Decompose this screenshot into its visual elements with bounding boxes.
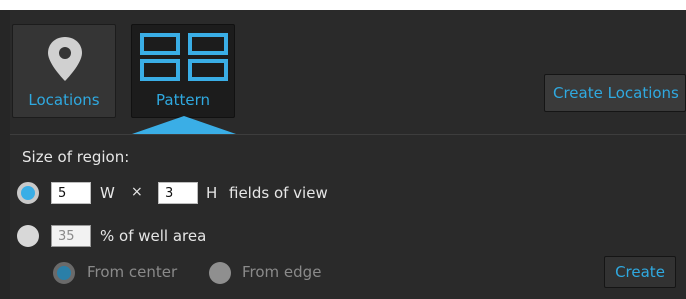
times-symbol: × (131, 184, 143, 200)
fov-suffix-label: fields of view (229, 184, 328, 202)
from-center-radio[interactable] (53, 262, 75, 284)
percent-field[interactable] (51, 225, 91, 247)
locations-label: Locations (28, 91, 100, 109)
height-unit-label: H (206, 184, 218, 202)
region-size-heading: Size of region: (22, 148, 130, 166)
fov-radio[interactable] (17, 182, 39, 204)
create-locations-button[interactable]: Create Locations (544, 74, 686, 112)
create-button[interactable]: Create (604, 256, 676, 288)
pattern-panel: Locations Pattern Create Locations Size … (0, 0, 686, 299)
from-center-label: From center (87, 263, 178, 281)
grid-pattern-icon (132, 31, 234, 87)
mode-toolbar: Locations Pattern Create Locations (10, 10, 686, 134)
locations-mode-button[interactable]: Locations (12, 24, 116, 118)
width-unit-label: W (100, 184, 115, 202)
from-edge-label: From edge (242, 263, 322, 281)
active-mode-pointer (132, 116, 236, 134)
percent-radio[interactable] (17, 225, 39, 247)
height-field[interactable] (158, 182, 198, 204)
width-field[interactable] (51, 182, 91, 204)
window-top-edge (0, 0, 686, 10)
percent-suffix-label: % of well area (100, 227, 207, 245)
from-edge-radio[interactable] (209, 262, 231, 284)
pattern-mode-button[interactable]: Pattern (131, 24, 235, 118)
pattern-label: Pattern (156, 91, 210, 109)
map-pin-icon (13, 31, 115, 87)
